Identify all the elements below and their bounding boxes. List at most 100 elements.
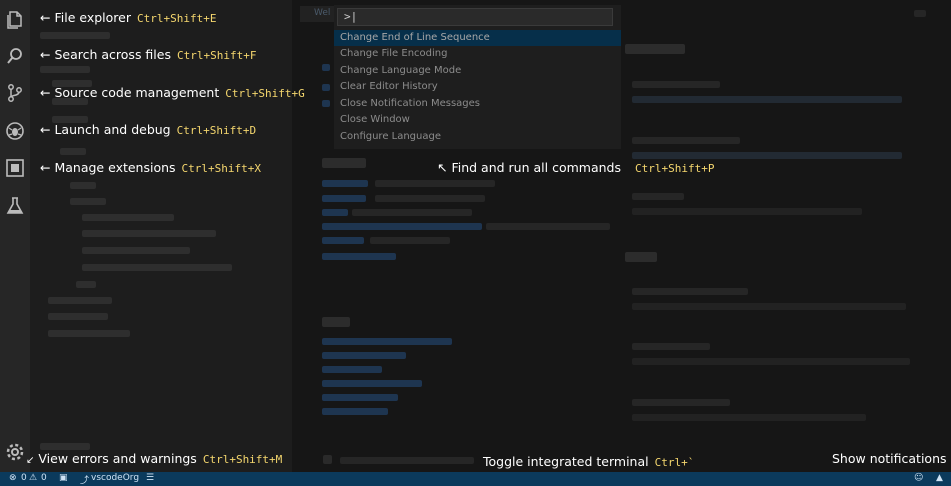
customize-line	[632, 152, 902, 159]
recent-line	[322, 237, 364, 244]
learn-line	[632, 358, 910, 365]
hint-label: Toggle integrated terminal	[483, 454, 649, 469]
command-palette: >| Change End of Line Sequence Change Fi…	[334, 5, 621, 149]
welcome-line	[322, 64, 330, 71]
recent-line	[322, 209, 348, 216]
tree-line	[48, 297, 112, 304]
hint-command-palette: ↖ Find and run all commands Ctrl+Shift+P	[437, 160, 714, 175]
help-line	[322, 394, 398, 401]
recent-line	[375, 180, 495, 187]
arrow-left-icon: ←	[40, 85, 51, 100]
tree-line	[40, 66, 90, 73]
error-count[interactable]: 0	[21, 473, 27, 483]
hint-shortcut: Ctrl+Shift+F	[176, 49, 257, 62]
help-line	[322, 352, 406, 359]
tree-line	[70, 182, 96, 189]
warning-count[interactable]: 0	[41, 473, 47, 483]
learn-line	[632, 399, 730, 406]
hint-label: Manage extensions	[54, 160, 176, 175]
gear-icon[interactable]	[4, 441, 26, 463]
tree-line	[48, 313, 108, 320]
test-flask-icon[interactable]	[4, 195, 26, 217]
bell-icon[interactable]: ▲	[936, 473, 943, 483]
hint-debug: ← Launch and debug Ctrl+Shift+D	[40, 122, 256, 137]
tree-line	[82, 214, 174, 221]
tree-line	[82, 247, 190, 254]
palette-item[interactable]: Clear Editor History	[334, 79, 621, 95]
hint-shortcut: Ctrl+Shift+P	[634, 162, 715, 175]
learn-line	[632, 303, 906, 310]
recent-line	[486, 223, 610, 230]
menu-list-icon[interactable]: ☰	[146, 473, 154, 483]
arrow-left-icon: ←	[40, 47, 51, 62]
command-palette-input[interactable]: >|	[337, 8, 613, 26]
arrow-up-left-icon: ↖	[437, 160, 448, 175]
recent-line	[370, 237, 450, 244]
hint-shortcut: Ctrl+Shift+E	[136, 12, 217, 25]
hint-problems: ↙ View errors and warnings Ctrl+Shift+M	[26, 451, 282, 466]
welcome-checkbox[interactable]	[323, 455, 332, 464]
error-icon: ⊗	[9, 473, 17, 483]
feedback-smiley-icon[interactable]: ☺	[914, 473, 923, 483]
editor-actions-icon[interactable]	[914, 10, 926, 17]
recent-line	[322, 253, 396, 260]
tree-line	[82, 264, 232, 271]
learn-line	[632, 343, 710, 350]
tree-line	[40, 443, 90, 450]
palette-item[interactable]: Change End of Line Sequence	[334, 30, 621, 46]
customize-heading	[625, 44, 685, 54]
source-control-icon[interactable]	[4, 82, 26, 104]
learn-heading	[625, 252, 657, 262]
palette-item[interactable]: Change Language Mode	[334, 63, 621, 79]
debug-icon[interactable]	[4, 120, 26, 142]
hint-shortcut: Ctrl+Shift+M	[202, 453, 283, 466]
customize-line	[632, 81, 720, 88]
hint-search: ← Search across files Ctrl+Shift+F	[40, 47, 256, 62]
editor-tab-label: Wel	[314, 8, 331, 18]
hint-label: View errors and warnings	[38, 451, 197, 466]
search-icon[interactable]	[4, 45, 26, 67]
branch-name[interactable]: vscodeOrg	[91, 473, 139, 483]
hint-label: Show notifications	[832, 451, 947, 466]
learn-line	[632, 288, 748, 295]
palette-item[interactable]: Close Window	[334, 112, 621, 128]
arrow-left-icon: ←	[40, 160, 51, 175]
hint-label: Source code management	[54, 85, 220, 100]
arrow-left-icon: ←	[40, 122, 51, 137]
recent-heading	[322, 158, 366, 168]
tree-line	[82, 230, 216, 237]
hint-notifications: Show notifications ↘	[832, 451, 951, 466]
palette-item[interactable]: Change File Encoding	[334, 46, 621, 62]
help-line	[322, 380, 422, 387]
recent-line	[352, 209, 472, 216]
welcome-line	[322, 84, 330, 91]
hint-label: Launch and debug	[54, 122, 171, 137]
terminal-panel-icon[interactable]: ▣	[59, 473, 68, 483]
hint-source-control: ← Source code management Ctrl+Shift+G	[40, 85, 305, 100]
warning-icon: ⚠	[29, 473, 38, 483]
explorer-sidebar	[30, 0, 292, 472]
help-heading	[322, 317, 350, 327]
hint-shortcut: Ctrl+Shift+X	[181, 162, 262, 175]
git-branch-icon: ⤴	[80, 476, 90, 486]
status-bar: ⊗ 0 ⚠ 0 ▣ ⤴ vscodeOrg ☰ ☺ ▲	[0, 472, 951, 486]
recent-line	[322, 223, 482, 230]
learn-line	[632, 414, 866, 421]
extensions-icon[interactable]	[4, 157, 26, 179]
recent-line	[322, 180, 368, 187]
customize-line	[632, 208, 862, 215]
tree-line	[70, 198, 106, 205]
palette-item[interactable]: Configure Language	[334, 129, 621, 145]
help-line	[322, 366, 382, 373]
activity-bar	[0, 0, 30, 472]
files-icon[interactable]	[4, 8, 26, 30]
hint-file-explorer: ← File explorer Ctrl+Shift+E	[40, 10, 216, 25]
arrow-left-icon: ←	[40, 10, 51, 25]
palette-item[interactable]: Close Notification Messages	[334, 96, 621, 112]
arrow-down-left-icon: ↙	[26, 455, 35, 466]
customize-line	[632, 96, 902, 103]
hint-label: Find and run all commands	[451, 160, 621, 175]
recent-line	[375, 195, 485, 202]
checkbox-label-line	[340, 457, 474, 464]
help-line	[322, 338, 452, 345]
